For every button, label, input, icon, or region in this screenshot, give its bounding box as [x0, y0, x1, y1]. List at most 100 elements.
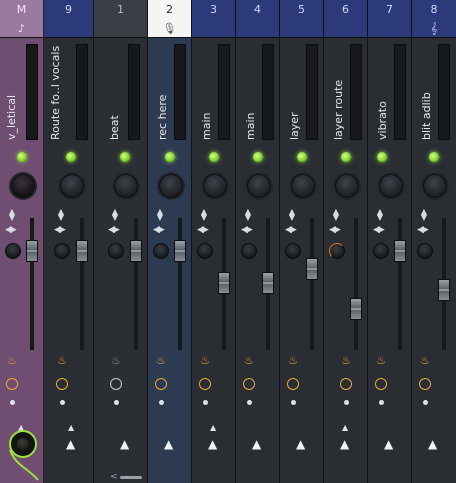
swap-arrows-icon[interactable]: ▲ ▼: [109, 208, 121, 222]
clock-icon[interactable]: [199, 378, 211, 390]
fx-icon[interactable]: ♨: [110, 354, 122, 367]
route-dot[interactable]: [159, 400, 164, 405]
swap-arrows-icon[interactable]: ▲ ▼: [55, 208, 67, 222]
swap-arrows-icon[interactable]: ▲ ▼: [198, 208, 210, 222]
enable-led[interactable]: [429, 152, 439, 162]
clock-icon[interactable]: [110, 378, 122, 390]
send-arrow-icon[interactable]: ▲: [164, 437, 173, 451]
volume-fader[interactable]: [26, 240, 38, 262]
strip-header[interactable]: 5: [280, 0, 323, 38]
strip-header[interactable]: 3: [192, 0, 235, 38]
stereo-knob[interactable]: [197, 243, 213, 259]
strip-header[interactable]: 4: [236, 0, 279, 38]
stereo-knob[interactable]: [108, 243, 124, 259]
fx-icon[interactable]: ♨: [155, 354, 167, 367]
scroll-left-label[interactable]: <: [110, 472, 118, 482]
route-dot[interactable]: [379, 400, 384, 405]
strip-6[interactable]: 6 layer route ▲ ▼ ◀▶ ♨ ▲ ▲: [324, 0, 368, 483]
strip-master[interactable]: M ♪ v_letical ▲ ▼ ◀▶ ♨ ▲: [0, 0, 44, 483]
strip-3[interactable]: 3 main ▲ ▼ ◀▶ ♨ ▲ ▲: [192, 0, 236, 483]
stereo-icon[interactable]: ◀▶: [54, 225, 66, 235]
send-arrow-icon[interactable]: ▲: [296, 437, 305, 451]
route-dot[interactable]: [114, 400, 119, 405]
route-dot[interactable]: [291, 400, 296, 405]
fx-icon[interactable]: ♨: [56, 354, 68, 367]
swap-arrows-icon[interactable]: ▲ ▼: [242, 208, 254, 222]
enable-led[interactable]: [66, 152, 76, 162]
clock-icon[interactable]: [6, 378, 18, 390]
pan-knob[interactable]: [60, 174, 84, 198]
pan-knob[interactable]: [159, 174, 183, 198]
stereo-icon[interactable]: ◀▶: [241, 225, 253, 235]
strip-name[interactable]: main: [244, 113, 257, 140]
enable-led[interactable]: [297, 152, 307, 162]
chevron-up-icon[interactable]: ▲: [210, 423, 216, 432]
strip-header[interactable]: 2 🎙: [148, 0, 191, 38]
stereo-knob[interactable]: [285, 243, 301, 259]
pan-knob[interactable]: [203, 174, 227, 198]
send-arrow-icon[interactable]: ▲: [340, 437, 349, 451]
strip-name[interactable]: Route fo..l vocals: [49, 46, 62, 140]
strip-2[interactable]: 2 🎙 rec here ▲ ▼ ◀▶ ♨ ▲: [148, 0, 192, 483]
fx-icon[interactable]: ♨: [287, 354, 299, 367]
stereo-knob[interactable]: [153, 243, 169, 259]
strip-1[interactable]: 1 beat ▲ ▼ ◀▶ ♨ ▲ <: [94, 0, 148, 483]
stereo-knob[interactable]: [373, 243, 389, 259]
clock-icon[interactable]: [56, 378, 68, 390]
stereo-icon[interactable]: ◀▶: [153, 225, 165, 235]
stereo-icon[interactable]: ◀▶: [329, 225, 341, 235]
chevron-up-icon[interactable]: ▲: [68, 423, 74, 432]
send-arrow-icon[interactable]: ▲: [428, 437, 437, 451]
send-arrow-icon[interactable]: ▲: [208, 437, 217, 451]
swap-arrows-icon[interactable]: ▲ ▼: [6, 208, 18, 222]
volume-fader[interactable]: [218, 272, 230, 294]
swap-arrows-icon[interactable]: ▲ ▼: [286, 208, 298, 222]
strip-9[interactable]: 9 Route fo..l vocals ▲ ▼ ◀▶ ♨ ▲ ▲: [44, 0, 94, 483]
enable-led[interactable]: [17, 152, 27, 162]
volume-fader[interactable]: [306, 258, 318, 280]
fx-icon[interactable]: ♨: [419, 354, 431, 367]
strip-7[interactable]: 7 vibrato ▲ ▼ ◀▶ ♨ ▲: [368, 0, 412, 483]
strip-header[interactable]: 9: [44, 0, 93, 38]
volume-fader[interactable]: [350, 298, 362, 320]
fx-icon[interactable]: ♨: [199, 354, 211, 367]
strip-name[interactable]: vibrato: [376, 101, 389, 140]
volume-fader[interactable]: [262, 272, 274, 294]
strip-name[interactable]: rec here: [156, 95, 169, 140]
swap-arrows-icon[interactable]: ▲ ▼: [418, 208, 430, 222]
strip-name[interactable]: layer: [288, 112, 301, 140]
send-arrow-icon[interactable]: ▲: [384, 437, 393, 451]
pan-knob[interactable]: [335, 174, 359, 198]
stereo-knob[interactable]: [417, 243, 433, 259]
pan-knob[interactable]: [291, 174, 315, 198]
clock-icon[interactable]: [340, 378, 352, 390]
strip-name[interactable]: blit adlib: [420, 92, 433, 140]
strip-header[interactable]: 8 𝄞: [412, 0, 456, 38]
strip-header[interactable]: 1: [94, 0, 147, 38]
fx-icon[interactable]: ♨: [375, 354, 387, 367]
swap-arrows-icon[interactable]: ▲ ▼: [330, 208, 342, 222]
clock-icon[interactable]: [243, 378, 255, 390]
strip-5[interactable]: 5 layer ▲ ▼ ◀▶ ♨ ▲: [280, 0, 324, 483]
send-arrow-icon[interactable]: ▲: [120, 437, 129, 451]
chevron-up-icon[interactable]: ▲: [342, 423, 348, 432]
volume-fader[interactable]: [174, 240, 186, 262]
pan-knob[interactable]: [11, 174, 35, 198]
enable-led[interactable]: [165, 152, 175, 162]
pan-knob[interactable]: [423, 174, 447, 198]
stereo-icon[interactable]: ◀▶: [5, 225, 17, 235]
stereo-knob[interactable]: [329, 243, 345, 259]
route-dot[interactable]: [60, 400, 65, 405]
swap-arrows-icon[interactable]: ▲ ▼: [374, 208, 386, 222]
stereo-icon[interactable]: ◀▶: [373, 225, 385, 235]
strip-name[interactable]: layer route: [332, 80, 345, 140]
pan-knob[interactable]: [379, 174, 403, 198]
route-dot[interactable]: [247, 400, 252, 405]
strip-name[interactable]: beat: [108, 115, 121, 140]
clock-icon[interactable]: [287, 378, 299, 390]
route-dot[interactable]: [423, 400, 428, 405]
stereo-icon[interactable]: ◀▶: [108, 225, 120, 235]
send-arrow-icon[interactable]: ▲: [66, 437, 75, 451]
pan-knob[interactable]: [114, 174, 138, 198]
fx-icon[interactable]: ♨: [340, 354, 352, 367]
